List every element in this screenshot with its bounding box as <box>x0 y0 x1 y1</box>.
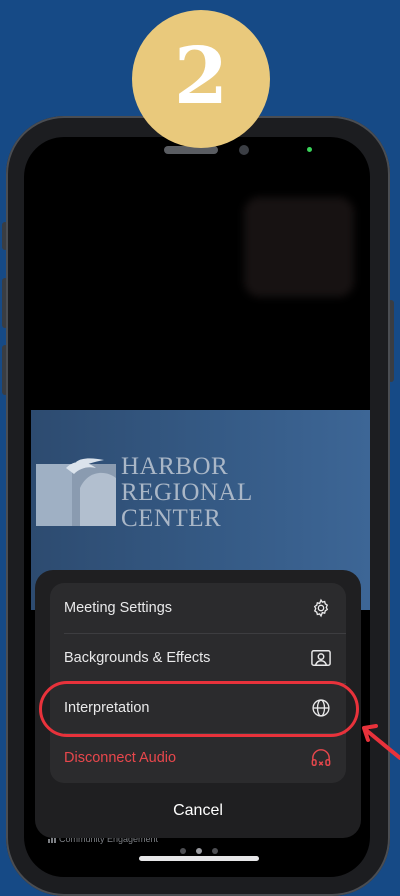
interpretation-highlight-outline <box>39 681 359 737</box>
harbor-logo-mark <box>36 458 116 526</box>
step-number: 2 <box>173 31 229 122</box>
page-dot <box>212 848 218 854</box>
cancel-button[interactable]: Cancel <box>35 788 361 834</box>
organization-name: HARBOR REGIONAL CENTER <box>121 453 253 532</box>
headphones-off-icon <box>310 747 332 769</box>
menu-item-backgrounds-effects[interactable]: Backgrounds & Effects <box>50 633 346 683</box>
video-tile-blur <box>244 197 354 297</box>
page-dot-active <box>196 848 202 854</box>
page-dot <box>180 848 186 854</box>
home-indicator[interactable] <box>139 856 259 861</box>
pointer-arrow-icon <box>362 724 400 760</box>
gear-icon <box>310 597 332 619</box>
portrait-icon <box>310 647 332 669</box>
menu-item-disconnect-audio[interactable]: Disconnect Audio <box>50 733 346 783</box>
page-indicator <box>180 848 218 854</box>
menu-item-meeting-settings[interactable]: Meeting Settings <box>50 583 346 633</box>
front-camera <box>239 145 249 155</box>
camera-active-indicator <box>307 147 312 152</box>
step-number-badge: 2 <box>132 10 270 148</box>
